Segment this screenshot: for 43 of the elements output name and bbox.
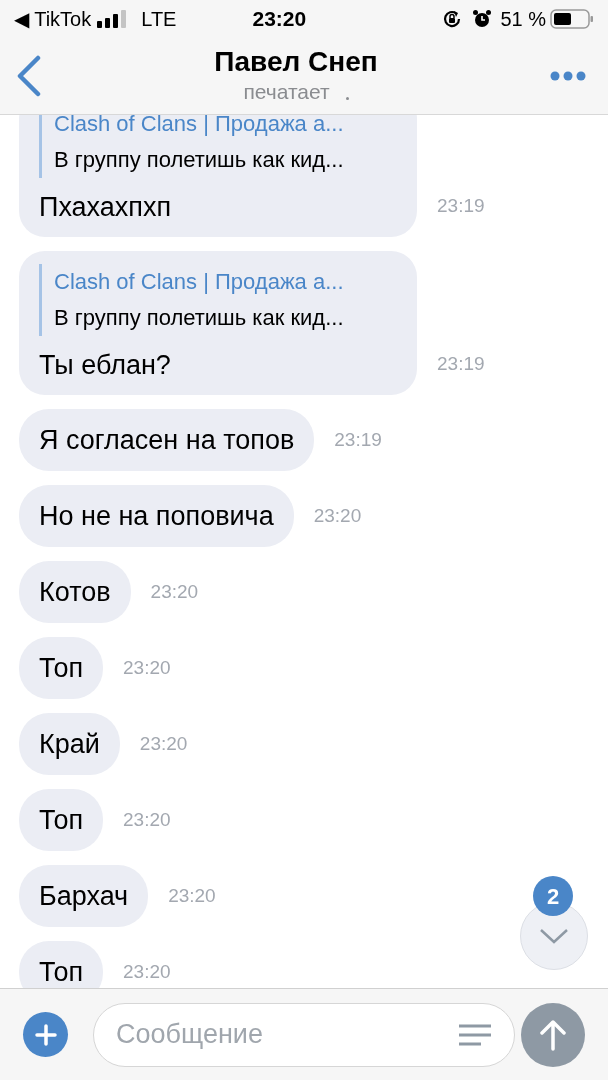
message-text: Топ: [39, 805, 84, 835]
message-time: 23:20: [123, 809, 171, 831]
alarm-icon: [472, 9, 493, 29]
typing-indicator-icon: [345, 97, 349, 100]
message-time: 23:20: [123, 657, 171, 679]
plus-icon: [34, 1023, 57, 1046]
attach-button[interactable]: [23, 1012, 68, 1057]
network-label: LTE: [141, 7, 177, 32]
quote-title[interactable]: Clash of Clans | Продажа а...: [54, 115, 397, 142]
message-time: 23:20: [139, 733, 188, 755]
unread-badge: 2: [533, 876, 573, 916]
message-text: Топ: [39, 957, 84, 987]
message-text: Котов: [39, 577, 111, 607]
more-icon[interactable]: [550, 71, 586, 81]
message-time: 23:20: [168, 885, 216, 907]
chat-title: Павел Снеп: [214, 46, 378, 78]
message-text: Ты еблан?: [39, 349, 172, 382]
message-time: 23:20: [150, 581, 199, 603]
quote-text: В группу полетишь как кид...: [54, 146, 345, 174]
quote-text: В группу полетишь как кид...: [54, 304, 345, 332]
battery-percent: 51 %: [500, 7, 546, 32]
quote-title[interactable]: Clash of Clans | Продажа а...: [54, 264, 397, 300]
message-text: Край: [39, 729, 100, 759]
rotation-lock-icon: [442, 9, 463, 29]
text-format-icon[interactable]: [458, 1023, 492, 1046]
message-text: Я согласен на топов: [39, 425, 295, 455]
chevron-down-icon: [539, 928, 569, 944]
message-text: Но не на поповича: [39, 501, 274, 531]
message-time: 23:19: [334, 429, 382, 451]
message-input-field[interactable]: Сообщение: [93, 1002, 515, 1067]
signal-icon: [97, 10, 128, 28]
message-text: Бархач: [39, 881, 129, 911]
arrow-up-icon: [540, 1018, 566, 1051]
battery-icon: [550, 9, 594, 29]
message-text: Пхахахпхп: [39, 191, 173, 224]
status-time: 23:20: [252, 6, 307, 33]
message-time: 23:19: [437, 353, 485, 375]
back-app-link[interactable]: ◀ TikTok: [14, 4, 92, 34]
message-time: 23:20: [313, 505, 362, 527]
typing-status: печатает: [243, 79, 330, 105]
message-time: 23:19: [437, 195, 485, 217]
message-time: 23:20: [123, 961, 171, 983]
message-text: Топ: [39, 653, 84, 683]
